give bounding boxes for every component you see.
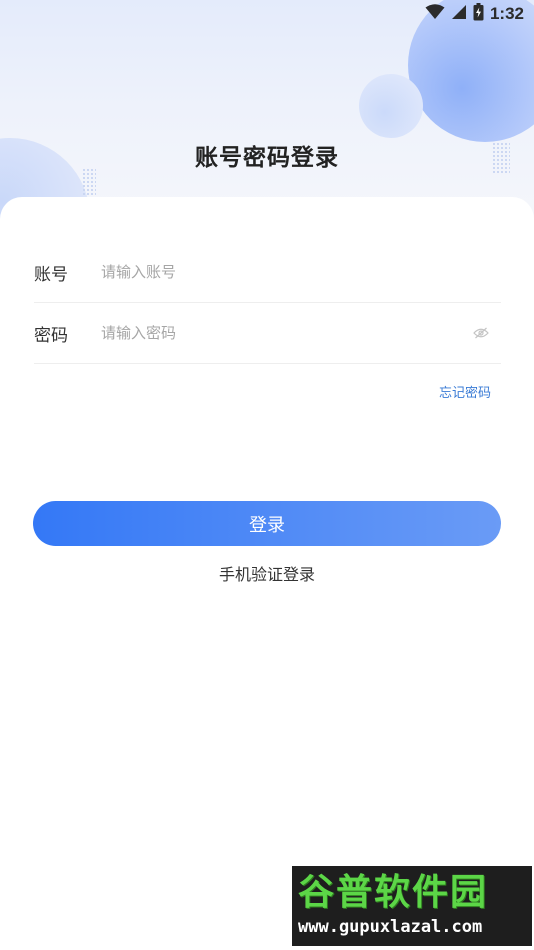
account-row: 账号: [34, 242, 501, 303]
status-time: 1:32: [489, 4, 524, 23]
sms-login-link[interactable]: 手机验证登录: [0, 561, 534, 585]
watermark-title: 谷普软件园: [298, 872, 489, 913]
battery-icon: [473, 3, 484, 25]
page-title: 账号密码登录: [195, 145, 339, 171]
status-bar: 1:32: [0, 0, 534, 28]
forgot-password-link[interactable]: 忘记密码: [439, 382, 491, 401]
decorative-circle-small: [359, 74, 423, 138]
account-input[interactable]: [101, 257, 501, 287]
status-icons: 1:32: [425, 3, 524, 25]
decorative-dots: [82, 168, 96, 196]
password-row: 密码: [34, 303, 501, 364]
login-button[interactable]: 登录: [33, 501, 501, 546]
watermark-url: www.gupuxlazal.com: [298, 917, 483, 937]
account-label: 账号: [34, 264, 68, 285]
eye-off-icon[interactable]: [471, 323, 491, 343]
password-label: 密码: [34, 325, 68, 346]
watermark-logo: 谷普软件园 www.gupuxlazal.com: [292, 866, 532, 946]
wifi-icon: [425, 4, 445, 24]
password-input[interactable]: [101, 318, 471, 348]
signal-icon: [451, 4, 467, 24]
